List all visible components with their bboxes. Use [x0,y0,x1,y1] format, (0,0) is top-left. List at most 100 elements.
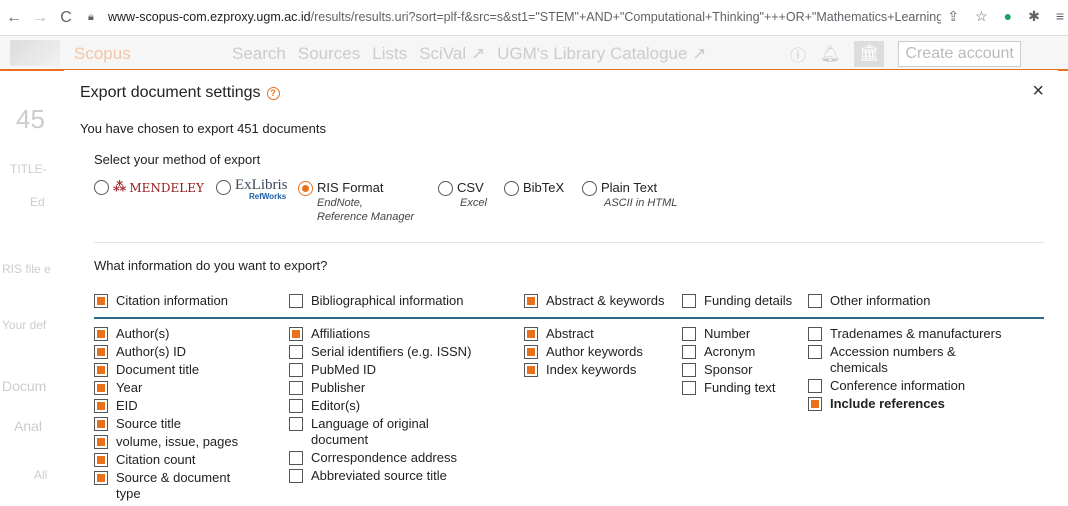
item-checkbox[interactable] [289,469,303,483]
checkbox-item[interactable]: Abbreviated source title [289,468,471,484]
checkbox-item[interactable]: PubMed ID [289,362,471,378]
checkbox-item[interactable]: Include references [808,396,1001,412]
category-bibliographical[interactable]: Bibliographical information [289,293,463,308]
checkbox-item[interactable]: volume, issue, pages [94,434,256,450]
checkbox-item[interactable]: Correspondence address [289,450,471,466]
checkbox-item[interactable]: Document title [94,362,256,378]
item-checkbox[interactable] [524,345,538,359]
method-refworks[interactable]: ExLibris RefWorks [216,178,288,203]
checkbox-item[interactable]: Publisher [289,380,471,396]
nav-sources[interactable]: Sources [298,44,360,64]
nav-scival[interactable]: SciVal ↗ [419,44,485,64]
create-account-button[interactable]: Create account [898,41,1021,67]
checkbox-item[interactable]: Citation count [94,452,256,468]
ris-radio[interactable] [298,181,313,196]
extensions-puzzle-icon[interactable]: ✱ [1028,8,1040,25]
reload-icon[interactable]: C [56,9,76,27]
item-checkbox[interactable] [524,363,538,377]
bell-icon[interactable]: 🔔︎ [820,44,840,64]
item-checkbox[interactable] [524,327,538,341]
item-checkbox[interactable] [808,345,822,359]
checkbox-item[interactable]: Affiliations [289,326,471,342]
category-label: Other information [830,293,931,308]
item-checkbox[interactable] [94,381,108,395]
csv-radio[interactable] [438,181,453,196]
method-plain-text[interactable]: Plain Text ASCII in HTML [582,180,677,210]
checkbox-item[interactable]: Index keywords [524,362,643,378]
item-checkbox[interactable] [808,397,822,411]
menu-icon[interactable]: ≡ [1056,8,1064,25]
checkbox-item[interactable]: Serial identifiers (e.g. ISSN) [289,344,471,360]
category-other[interactable]: Other information [808,293,930,308]
checkbox-item[interactable]: Abstract [524,326,643,342]
item-checkbox[interactable] [289,363,303,377]
method-mendeley[interactable]: ⁂ MENDELEY [94,179,204,195]
checkbox-item[interactable]: Source title [94,416,256,432]
item-checkbox[interactable] [94,453,108,467]
checkbox-item[interactable]: Editor(s) [289,398,471,414]
item-checkbox[interactable] [289,345,303,359]
item-checkbox[interactable] [289,381,303,395]
mendeley-radio[interactable] [94,180,109,195]
item-checkbox[interactable] [289,451,303,465]
nav-library-catalogue[interactable]: UGM's Library Catalogue ↗ [497,44,706,64]
method-bibtex[interactable]: BibTeX [504,180,564,196]
category-citation[interactable]: Citation information [94,293,228,308]
checkbox-item[interactable]: Number [682,326,776,342]
item-checkbox[interactable] [682,381,696,395]
other-checkbox[interactable] [808,293,822,308]
checkbox-item[interactable]: Author keywords [524,344,643,360]
item-checkbox[interactable] [94,399,108,413]
share-icon[interactable]: ⇪ [947,8,959,25]
nav-lists[interactable]: Lists [372,44,407,64]
method-ris[interactable]: RIS Format EndNote, Reference Manager [298,180,414,224]
item-checkbox[interactable] [808,379,822,393]
bibliographical-column: Affiliations Serial identifiers (e.g. IS… [289,326,471,486]
item-checkbox[interactable] [94,435,108,449]
checkbox-item[interactable]: EID [94,398,256,414]
item-checkbox[interactable] [682,363,696,377]
close-icon[interactable]: × [1032,80,1044,103]
checkbox-item[interactable]: Tradenames & manufacturers [808,326,1001,342]
checkbox-item[interactable]: Author(s) ID [94,344,256,360]
item-checkbox[interactable] [682,327,696,341]
plain-text-radio[interactable] [582,181,597,196]
category-funding[interactable]: Funding details [682,293,792,308]
item-checkbox[interactable] [94,327,108,341]
checkbox-item[interactable]: Conference information [808,378,1001,394]
item-checkbox[interactable] [682,345,696,359]
checkbox-item[interactable]: Year [94,380,256,396]
help-icon[interactable]: ⓘ [790,42,806,66]
bookmark-star-icon[interactable]: ☆ [975,8,988,25]
checkbox-item[interactable]: Acronym [682,344,776,360]
item-checkbox[interactable] [94,363,108,377]
citation-checkbox[interactable] [94,293,108,308]
item-checkbox[interactable] [808,327,822,341]
bibtex-radio[interactable] [504,181,519,196]
help-icon[interactable]: ? [266,86,280,100]
item-checkbox[interactable] [94,345,108,359]
nav-search[interactable]: Search [232,44,286,64]
item-checkbox[interactable] [289,399,303,413]
abstract-checkbox[interactable] [524,293,538,308]
extension-icon[interactable]: ● [1004,8,1012,25]
address-bar[interactable]: 🔒︎ www-scopus-com.ezproxy.ugm.ac.id /res… [88,5,1068,29]
forward-icon[interactable]: → [30,9,50,27]
back-icon[interactable]: ← [4,9,24,27]
funding-checkbox[interactable] [682,293,696,308]
item-checkbox[interactable] [289,417,303,431]
checkbox-item[interactable]: Sponsor [682,362,776,378]
checkbox-item[interactable]: Source & document type [94,470,256,502]
checkbox-item[interactable]: Accession numbers & chemicals [808,344,1001,376]
checkbox-item[interactable]: Author(s) [94,326,256,342]
institution-icon[interactable]: 🏛︎ [854,41,885,67]
item-checkbox[interactable] [94,417,108,431]
item-checkbox[interactable] [289,327,303,341]
bibliographical-checkbox[interactable] [289,293,303,308]
item-checkbox[interactable] [94,471,108,485]
refworks-radio[interactable] [216,180,231,195]
category-abstract[interactable]: Abstract & keywords [524,293,665,308]
checkbox-item[interactable]: Funding text [682,380,776,396]
checkbox-item[interactable]: Language of original document [289,416,471,448]
method-csv[interactable]: CSV Excel [438,180,487,210]
